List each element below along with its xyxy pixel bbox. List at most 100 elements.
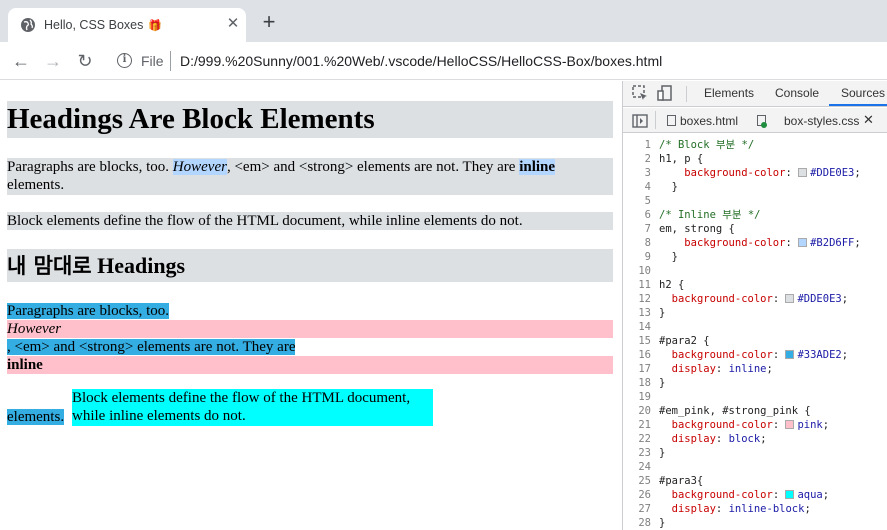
inspect-icon[interactable] [632, 85, 648, 101]
code-editor[interactable]: 1/* Block 부분 */2 h1, p {3 background-colo… [623, 138, 887, 530]
css-property: background-color [684, 167, 786, 179]
line-number: 8 [644, 237, 651, 249]
forward-icon[interactable]: → [42, 50, 64, 72]
para2-line-2: , <em> and <strong> elements are not. Th… [7, 338, 296, 356]
code-text: } [659, 251, 678, 263]
code-text: #para3{ [659, 475, 704, 487]
code-text: /* Block 부분 */ [659, 139, 755, 151]
code-line: 2 h1, p { [623, 152, 887, 166]
html-file-icon [667, 115, 676, 126]
color-swatch[interactable] [798, 238, 808, 247]
code-line: 25 #para3{ [623, 474, 887, 488]
line-number: 25 [638, 475, 651, 487]
color-swatch[interactable] [798, 168, 808, 177]
line-number: 21 [638, 419, 651, 431]
code-text: background-color: pink; [659, 418, 829, 432]
line-number: 19 [638, 391, 651, 403]
new-tab-button[interactable]: + [258, 11, 280, 34]
line-number: 9 [644, 251, 651, 263]
browser-tab[interactable]: Hello, CSS Boxes 🎁 ✕ [8, 8, 246, 42]
file-tab-boxes-html[interactable]: boxes.html [680, 114, 738, 128]
tab-elements[interactable]: Elements [704, 86, 754, 100]
code-text: background-color: #DDE0E3; [659, 166, 860, 180]
css-property: display [671, 433, 716, 445]
para2-text-1: Paragraphs are blocks, too. [7, 303, 170, 319]
line-number: 14 [638, 321, 651, 333]
back-icon[interactable]: ← [10, 50, 32, 72]
file-tab-box-styles[interactable]: box-styles.css [784, 114, 859, 128]
address-bar[interactable]: D:/999.%20Sunny/001.%20Web/.vscode/Hello… [180, 53, 662, 69]
reload-icon[interactable]: ↻ [74, 50, 96, 72]
tab-title: Hello, CSS Boxes [44, 18, 144, 32]
code-line: 20 #em_pink, #strong_pink { [623, 404, 887, 418]
code-text: } [659, 307, 666, 319]
tab-sources[interactable]: Sources [841, 86, 885, 100]
device-toolbar-icon[interactable] [657, 85, 673, 101]
css-property: background-color [684, 237, 786, 249]
devtools-tabbar: Elements Console Sources [623, 81, 887, 107]
line-number: 28 [638, 517, 651, 529]
p1-text-before: Paragraphs are blocks, too. [7, 159, 173, 175]
color-swatch[interactable] [785, 350, 795, 359]
code-line: 10 [623, 264, 887, 278]
code-line: 13} [623, 306, 887, 320]
close-tab-icon[interactable]: ✕ [224, 15, 242, 33]
css-value: inline-block [728, 503, 805, 515]
line-number: 2 [644, 153, 651, 165]
code-text: } [659, 377, 666, 389]
line-number: 17 [638, 363, 651, 375]
code-text: h1, p { [659, 153, 704, 165]
tab-console[interactable]: Console [775, 86, 819, 100]
code-line: 6 /* Inline 부분 */ [623, 208, 887, 222]
em-pink-block: However [7, 320, 613, 338]
code-text: display: inline-block; [659, 502, 811, 516]
navigator-toggle-icon[interactable] [632, 114, 648, 128]
info-icon[interactable]: i [117, 53, 132, 68]
code-line: 27 display: inline-block; [623, 502, 887, 516]
line-number: 27 [638, 503, 651, 515]
code-text: h2 { [659, 279, 685, 291]
browser-toolbar: ← → ↻ i File D:/999.%20Sunny/001.%20Web/… [0, 42, 887, 80]
code-line: 21 background-color: pink; [623, 418, 887, 432]
line-number: 11 [638, 279, 651, 291]
code-text: display: inline; [659, 362, 773, 376]
address-divider [170, 51, 171, 71]
line-number: 10 [638, 265, 651, 277]
css-property: background-color [671, 293, 773, 305]
devtools-divider [686, 86, 687, 102]
paragraph-1: Paragraphs are blocks, too. However, <em… [7, 158, 613, 195]
line-number: 3 [644, 167, 651, 179]
globe-icon [21, 18, 35, 32]
color-swatch[interactable] [785, 420, 795, 429]
file-tabs-divider [655, 111, 656, 129]
color-swatch[interactable] [785, 294, 795, 303]
line-number: 1 [644, 139, 651, 151]
code-line: 26 background-color: aqua; [623, 488, 887, 502]
code-text: #para2 { [659, 335, 710, 347]
code-line: 1 /* Block 부분 */ [623, 138, 887, 152]
code-line: 14 [623, 320, 887, 334]
code-text: /* Inline 부분 */ [659, 209, 761, 221]
code-line: 18} [623, 376, 887, 390]
css-property: display [671, 363, 716, 375]
para2-line-3: elements. [7, 408, 65, 426]
p1-text-middle: , <em> and <strong> elements are not. Th… [226, 159, 520, 175]
code-line: 8 background-color: #B2D6FF; [623, 236, 887, 250]
heading-2-korean: 내 맘대로 [7, 254, 92, 278]
close-file-icon[interactable]: ✕ [863, 112, 874, 128]
code-line: 3 background-color: #DDE0E3; [623, 166, 887, 180]
line-number: 20 [638, 405, 651, 417]
para3-inline-block: Block elements define the flow of the HT… [72, 389, 433, 426]
heading-2-english: Headings [97, 253, 186, 278]
line-number: 5 [644, 195, 651, 207]
devtools-panel: Elements Console Sources boxes.html box-… [622, 81, 887, 530]
color-swatch[interactable] [785, 490, 795, 499]
css-property: display [671, 503, 716, 515]
